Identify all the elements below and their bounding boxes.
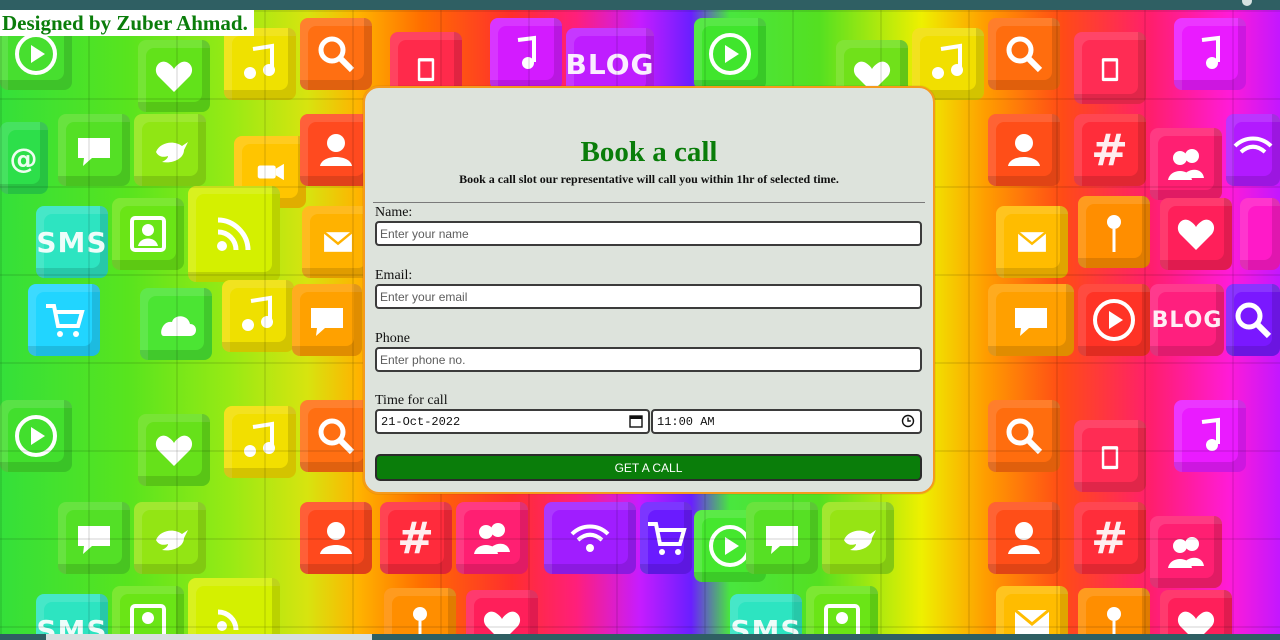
user-icon	[300, 114, 372, 186]
hash-tile: #	[1074, 114, 1146, 186]
sms-tile: SMS	[730, 594, 802, 634]
email-input[interactable]	[375, 284, 922, 309]
chat-bubble-icon	[988, 284, 1074, 356]
envelope-icon	[996, 586, 1068, 634]
play-icon	[694, 510, 766, 582]
email-label: Email:	[375, 268, 413, 283]
at-sign-tile: @	[0, 122, 48, 194]
music-note-icon	[490, 18, 562, 90]
play-icon	[1078, 284, 1150, 356]
time-label: Time for call	[375, 393, 448, 408]
designer-credit: Designed by Zuber Ahmad.	[0, 10, 254, 36]
time-picker[interactable]: 11:00 AM	[651, 409, 922, 434]
top-strip	[0, 0, 1280, 10]
form-subtitle: Book a call slot our representative will…	[459, 172, 839, 186]
calendar-icon[interactable]	[629, 414, 643, 428]
phone-icon	[1074, 32, 1146, 104]
music-note-icon	[1174, 400, 1246, 472]
sms-tile: SMS	[36, 206, 108, 278]
bird-icon	[134, 114, 206, 186]
music-note-icon	[224, 406, 296, 478]
get-a-call-button[interactable]: GET A CALL	[375, 454, 922, 481]
search-icon	[988, 18, 1060, 90]
cart-icon	[28, 284, 100, 356]
chat-bubble-icon	[58, 114, 130, 186]
blog-tile: BLOG	[1150, 284, 1224, 356]
play-icon	[0, 400, 72, 472]
chat-bubble-icon	[58, 502, 130, 574]
phone-input[interactable]	[375, 347, 922, 372]
user-icon	[988, 502, 1060, 574]
music-note-icon	[224, 28, 296, 100]
search-icon	[1226, 284, 1280, 356]
bird-icon	[134, 502, 206, 574]
top-circle-icon	[1242, 0, 1252, 6]
contact-card-icon	[806, 586, 878, 634]
date-value: 21-Oct-2022	[381, 414, 461, 429]
user-icon	[300, 502, 372, 574]
pin-icon	[1078, 588, 1150, 634]
phone-icon	[1074, 420, 1146, 492]
music-note-icon	[1174, 18, 1246, 90]
date-picker[interactable]: 21-Oct-2022	[375, 409, 650, 434]
clock-icon[interactable]	[901, 414, 915, 428]
hash-tile: #	[1074, 502, 1146, 574]
rss-icon	[188, 578, 280, 634]
name-input[interactable]	[375, 221, 922, 246]
music-note-icon	[222, 280, 294, 352]
search-icon	[300, 18, 372, 90]
search-icon	[988, 400, 1060, 472]
search-icon	[300, 400, 372, 472]
heart-icon	[1160, 198, 1232, 270]
wifi-icon	[544, 502, 636, 574]
bottom-strip	[0, 634, 1280, 640]
heart-icon	[138, 40, 210, 112]
cloud-icon	[140, 288, 212, 360]
pin-icon	[384, 588, 456, 634]
phone-label: Phone	[375, 331, 410, 346]
form-divider	[373, 202, 925, 203]
heart-icon	[466, 590, 538, 634]
sms-tile: SMS	[36, 594, 108, 634]
chat-bubble-icon	[746, 502, 818, 574]
user-icon	[988, 114, 1060, 186]
bird-icon	[822, 502, 894, 574]
user-group-icon	[1150, 128, 1222, 200]
wifi-icon	[1226, 114, 1280, 186]
hash-tile: #	[380, 502, 452, 574]
rss-icon	[188, 186, 280, 282]
bottom-strip-segment	[46, 634, 372, 640]
contact-card-icon	[112, 198, 184, 270]
pin-icon	[1078, 196, 1150, 268]
envelope-icon	[996, 206, 1068, 278]
user-group-icon	[1150, 516, 1222, 588]
contact-card-icon	[112, 586, 184, 634]
play-icon	[694, 18, 766, 90]
heart-icon	[138, 414, 210, 486]
camera-icon	[234, 136, 306, 208]
heart-icon	[1160, 590, 1232, 634]
user-group-icon	[456, 502, 528, 574]
booking-form-card: Book a call Book a call slot our represe…	[363, 86, 935, 494]
form-title: Book a call	[580, 136, 718, 168]
cart-icon	[640, 502, 692, 574]
time-value: 11:00 AM	[657, 414, 715, 429]
square-icon	[1240, 198, 1280, 270]
name-label: Name:	[375, 205, 413, 220]
chat-bubble-icon	[292, 284, 362, 356]
